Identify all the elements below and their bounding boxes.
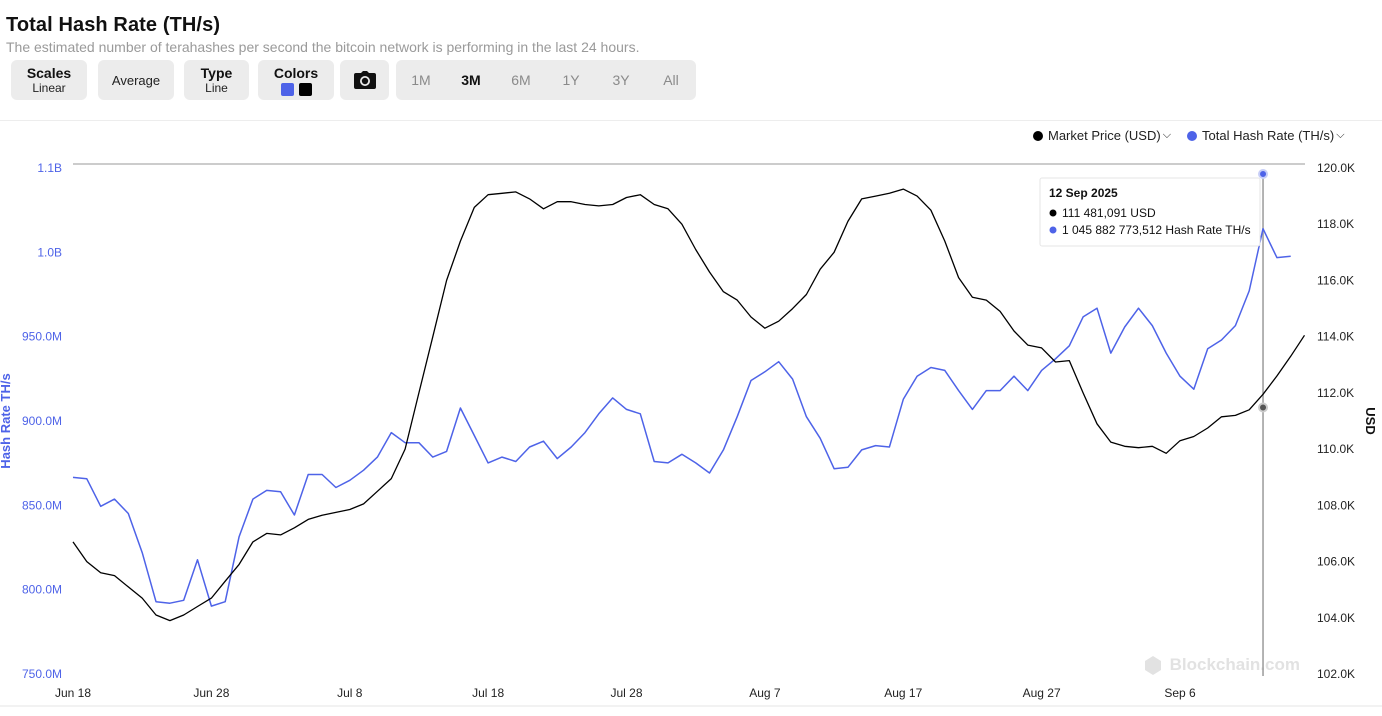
blockchain-logo-icon <box>1145 656 1161 675</box>
y-right-tick-label: 112.0K <box>1317 386 1354 400</box>
y-right-axis-title: USD <box>1363 407 1378 434</box>
y-right-tick-label: 102.0K <box>1317 667 1355 681</box>
average-button[interactable]: Average <box>98 60 174 100</box>
y-left-tick-label: 1.0B <box>37 245 62 259</box>
type-label: Type <box>200 65 233 81</box>
header-divider <box>0 120 1382 121</box>
range-button-3y[interactable]: 3Y <box>596 72 646 88</box>
legend-label-hash: Total Hash Rate (TH/s) <box>1202 128 1335 143</box>
scales-value: Linear <box>32 81 66 95</box>
x-tick-label: Jul 8 <box>337 686 363 700</box>
color-swatch-price[interactable] <box>298 82 312 96</box>
y-right-tick-label: 120.0K <box>1317 161 1355 175</box>
y-left-tick-label: 750.0M <box>22 667 62 681</box>
y-left-tick-label: 800.0M <box>22 583 62 597</box>
y-left-tick-label: 850.0M <box>22 498 62 512</box>
legend-dot-hash <box>1187 130 1197 141</box>
hash-highlight-point <box>1258 169 1269 179</box>
chevron-down-icon: ⌵ <box>1336 129 1345 141</box>
tooltip-date: 12 Sep 2025 <box>1049 186 1118 200</box>
range-button-6m[interactable]: 6M <box>496 72 546 88</box>
chart-canvas: 750.0M 800.0M 850.0M 900.0M 950.0M 1.0B 1.1B 10… <box>0 161 1382 707</box>
type-button[interactable]: Type Line <box>184 60 249 100</box>
range-button-all[interactable]: All <box>646 72 696 88</box>
x-tick-label: Jul 18 <box>472 686 504 700</box>
y-right-tick-label: 114.0K <box>1317 330 1354 344</box>
colors-label: Colors <box>273 64 319 81</box>
y-left-tick-label: 900.0M <box>22 414 62 428</box>
type-value: Line <box>205 81 228 95</box>
y-right-tick-label: 106.0K <box>1317 555 1355 569</box>
y-right-tick-label: 116.0K <box>1317 273 1354 287</box>
y-left-axis-title: Hash Rate TH/s <box>0 373 13 468</box>
watermark-text: Blockchain.com <box>1170 655 1300 674</box>
tooltip-hash-dot <box>1049 226 1057 234</box>
color-swatch-hashrate[interactable] <box>280 82 294 96</box>
y-left-tick-label: 950.0M <box>22 330 62 344</box>
range-button-3m[interactable]: 3M <box>446 72 496 88</box>
scales-button[interactable]: Scales Linear <box>11 60 87 100</box>
tooltip-price-dot <box>1049 209 1057 217</box>
scales-label: Scales <box>26 65 72 81</box>
legend-item-market-price[interactable]: Market Price (USD) ⌵ <box>1033 128 1171 143</box>
legend-item-hash-rate[interactable]: Total Hash Rate (TH/s) ⌵ <box>1187 128 1345 143</box>
camera-icon <box>353 71 376 89</box>
x-tick-label: Jun 18 <box>55 686 91 700</box>
y-right-tick-label: 108.0K <box>1317 498 1355 512</box>
market-price-series-line <box>72 188 1306 622</box>
screenshot-button[interactable] <box>340 60 389 100</box>
y-right-tick-label: 110.0K <box>1317 442 1354 456</box>
x-tick-label: Aug 17 <box>884 686 922 700</box>
legend-dot-price <box>1033 130 1043 141</box>
y-left-tick-label: 1.1B <box>37 161 62 175</box>
range-button-1m[interactable]: 1M <box>396 72 446 88</box>
tooltip-hash-value: 1 045 882 773,512 Hash Rate TH/s <box>1062 223 1251 237</box>
x-tick-label: Aug 27 <box>1023 686 1061 700</box>
tooltip-price-value: 111 481,091 USD <box>1062 206 1156 220</box>
colors-button[interactable]: Colors <box>258 60 334 100</box>
time-range-selector: 1M 3M 6M 1Y 3Y All <box>396 60 696 100</box>
chart-subtitle: The estimated number of terahashes per s… <box>6 39 640 55</box>
x-tick-label: Jun 28 <box>193 686 229 700</box>
y-right-tick-label: 104.0K <box>1317 611 1355 625</box>
y-right-tick-label: 118.0K <box>1317 217 1354 231</box>
average-label: Average <box>111 72 161 88</box>
tooltip-box <box>1039 177 1261 247</box>
chevron-down-icon: ⌵ <box>1162 129 1172 141</box>
legend-label-price: Market Price (USD) <box>1048 128 1161 143</box>
x-tick-label: Sep 6 <box>1164 686 1196 700</box>
range-button-1y[interactable]: 1Y <box>546 72 596 88</box>
chart-title: Total Hash Rate (TH/s) <box>6 14 221 36</box>
hash-rate-series-line <box>72 227 1291 607</box>
price-highlight-point <box>1258 402 1269 413</box>
x-tick-label: Aug 7 <box>749 686 781 700</box>
x-tick-label: Jul 28 <box>610 686 642 700</box>
